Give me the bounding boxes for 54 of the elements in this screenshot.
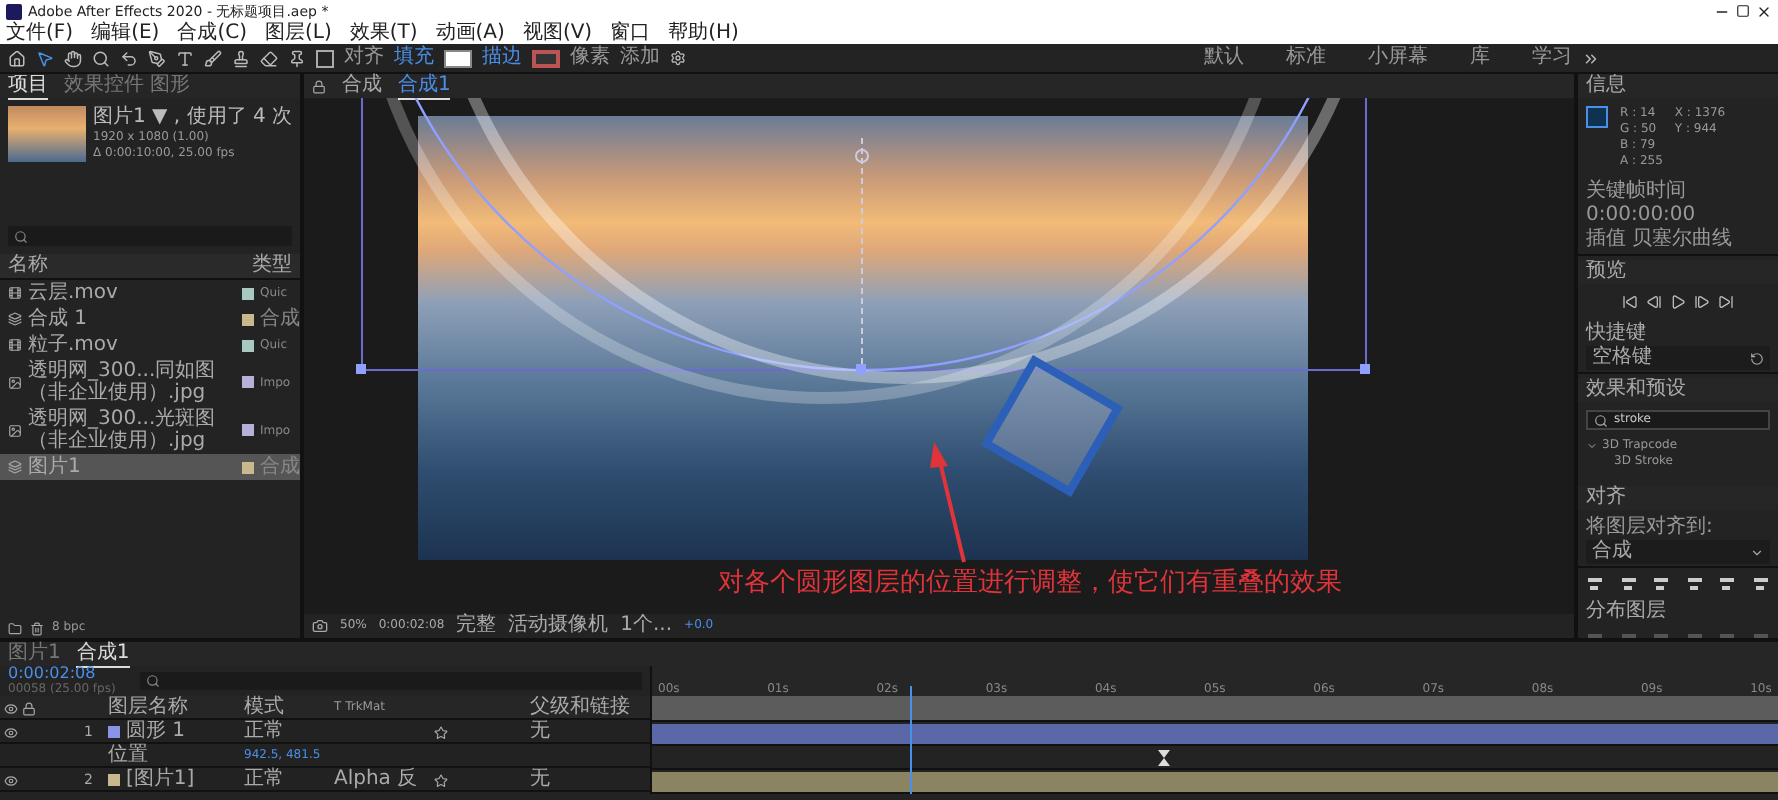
mode-dropdown[interactable]: 正常 bbox=[244, 720, 334, 744]
workspace-tab[interactable]: 库 bbox=[1470, 46, 1490, 70]
camera-dropdown[interactable]: 活动摄像机 bbox=[508, 614, 609, 638]
interpolation-text: 插值 贝塞尔曲线 bbox=[1586, 228, 1735, 252]
stroke-unit: 像素 bbox=[570, 46, 610, 70]
align-to-dropdown[interactable]: 合成 bbox=[1586, 540, 1770, 564]
shortcut-dropdown[interactable]: 空格键 bbox=[1586, 346, 1770, 370]
parent-dropdown[interactable]: 无 bbox=[530, 768, 650, 792]
project-item[interactable]: 合成 1 合成 bbox=[0, 306, 300, 332]
workspace-tab[interactable]: 默认 bbox=[1204, 46, 1244, 70]
panel-title: 预览 bbox=[1586, 260, 1626, 284]
menu-item[interactable]: 效果(T) bbox=[349, 22, 418, 44]
snap-label: 对齐 bbox=[344, 46, 384, 70]
mode-dropdown[interactable]: 正常 bbox=[244, 768, 334, 792]
menu-item[interactable]: 帮助(H) bbox=[668, 22, 739, 44]
menu-item[interactable]: 文件(F) bbox=[6, 22, 74, 44]
panel-title: 合成 bbox=[342, 74, 382, 98]
column-header[interactable]: 名称 bbox=[8, 254, 48, 278]
layer-name[interactable]: [图片1] bbox=[126, 768, 195, 792]
view-dropdown[interactable]: 1个... bbox=[620, 614, 673, 638]
trkmat-dropdown[interactable]: Alpha 反 bbox=[334, 768, 434, 792]
add-label: 添加 bbox=[620, 46, 660, 70]
panel-title: 对齐 bbox=[1586, 486, 1626, 510]
distribute-label: 分布图层 bbox=[1584, 600, 1668, 624]
property-name: 位置 bbox=[108, 744, 150, 768]
item-name: 图片1 ▼ , 使用了 4 次 bbox=[93, 106, 292, 130]
workspace-tab[interactable]: 小屏幕 bbox=[1368, 46, 1428, 70]
menu-item[interactable]: 图层(L) bbox=[264, 22, 332, 44]
panel-title: 效果和预设 bbox=[1586, 378, 1686, 402]
fill-label: 填充 bbox=[394, 46, 434, 70]
shortcut-label: 快捷键 bbox=[1586, 322, 1648, 345]
workspace-tab[interactable]: 标准 bbox=[1286, 46, 1326, 70]
menu-item[interactable]: 窗口 bbox=[610, 22, 651, 44]
menu-item[interactable]: 编辑(E) bbox=[91, 22, 160, 44]
comp-tab[interactable]: 合成1 bbox=[398, 73, 451, 99]
menu-item[interactable]: 动画(A) bbox=[435, 22, 505, 44]
layer-name[interactable]: 圆形 1 bbox=[126, 720, 186, 744]
panel-tab[interactable]: 项目 bbox=[8, 74, 48, 99]
parent-dropdown[interactable]: 无 bbox=[530, 720, 650, 744]
timeline-tab[interactable]: 合成1 bbox=[76, 641, 130, 667]
keyframe-time: 关键帧时间 0:00:00:00 bbox=[1586, 180, 1698, 227]
column-header: 模式 bbox=[244, 696, 286, 719]
column-header: 父级和链接 bbox=[530, 696, 632, 720]
menu-item[interactable]: 合成(C) bbox=[177, 22, 247, 44]
menu-item[interactable]: 视图(V) bbox=[522, 22, 593, 44]
current-time[interactable]: 0:00:02:08 bbox=[8, 664, 128, 682]
column-header: 图层名称 bbox=[108, 696, 190, 720]
stroke-label: 描边 bbox=[482, 46, 522, 70]
column-header[interactable]: 类型 bbox=[252, 254, 292, 278]
align-to-label: 将图层对齐到: bbox=[1586, 516, 1715, 539]
panel-title: 信息 bbox=[1586, 74, 1626, 98]
resolution-dropdown[interactable]: 完整 bbox=[456, 614, 497, 638]
workspace-tab[interactable]: 学习 bbox=[1532, 46, 1572, 70]
caption-text: 对各个圆形图层的位置进行调整，使它们有重叠的效果 bbox=[718, 568, 1342, 600]
